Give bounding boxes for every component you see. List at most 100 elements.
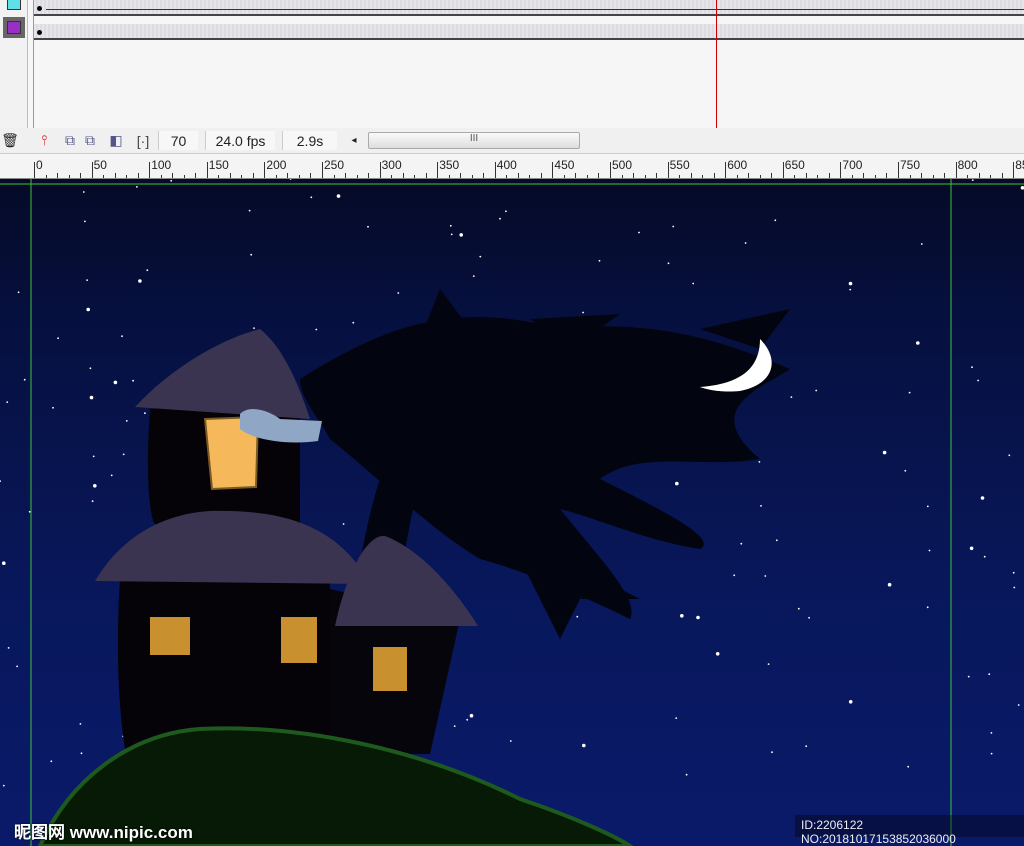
star bbox=[469, 713, 474, 718]
layer-list bbox=[0, 0, 28, 128]
ruler-minor-tick bbox=[425, 173, 427, 178]
ruler-minor-tick bbox=[805, 173, 807, 178]
ruler-major-tick bbox=[494, 162, 496, 178]
star bbox=[926, 606, 929, 609]
frame-row[interactable] bbox=[34, 0, 1024, 16]
star bbox=[505, 210, 507, 213]
star bbox=[509, 740, 512, 742]
ruler-minor-tick bbox=[863, 173, 865, 178]
timeline-scrollbar[interactable]: III bbox=[368, 132, 580, 149]
ruler-label: 350 bbox=[439, 158, 460, 172]
star bbox=[144, 412, 146, 415]
ruler-major-tick bbox=[782, 162, 784, 178]
star bbox=[89, 395, 94, 400]
ruler-label: 850 bbox=[1015, 158, 1024, 172]
ruler-minor-tick bbox=[195, 173, 197, 178]
ruler-minor-tick bbox=[275, 175, 277, 178]
star bbox=[6, 401, 9, 403]
star bbox=[479, 255, 482, 258]
frame-grid[interactable] bbox=[33, 0, 1024, 128]
star bbox=[977, 379, 979, 382]
ruler-major-tick bbox=[322, 162, 323, 178]
star bbox=[125, 420, 128, 422]
ruler-minor-tick bbox=[679, 175, 681, 178]
ruler-minor-tick bbox=[448, 175, 450, 178]
ruler-minor-tick bbox=[990, 175, 992, 178]
star bbox=[450, 233, 453, 236]
star bbox=[680, 614, 684, 618]
ruler-label: 200 bbox=[266, 158, 287, 172]
ruler-minor-tick bbox=[345, 173, 346, 178]
ruler-minor-tick bbox=[506, 175, 508, 178]
star bbox=[250, 253, 253, 256]
ruler-major-tick bbox=[552, 162, 554, 178]
star bbox=[57, 337, 59, 340]
star bbox=[598, 259, 601, 262]
ruler-minor-tick bbox=[517, 173, 519, 178]
playhead[interactable] bbox=[716, 0, 717, 128]
layer-color-swatch[interactable] bbox=[7, 0, 21, 10]
star bbox=[86, 307, 90, 312]
ruler-minor-tick bbox=[529, 175, 531, 178]
star bbox=[138, 279, 142, 283]
star bbox=[315, 328, 318, 331]
current-frame-field[interactable]: 70 bbox=[158, 131, 198, 150]
scroll-left-icon[interactable]: ◂ bbox=[348, 131, 360, 150]
ruler-minor-tick bbox=[978, 173, 980, 178]
ruler-major-tick bbox=[91, 162, 93, 178]
star bbox=[805, 745, 808, 748]
ruler-minor-tick bbox=[356, 175, 358, 178]
ruler-major-tick bbox=[264, 162, 266, 178]
star bbox=[758, 461, 761, 463]
edit-multiple-frames-icon[interactable]: ◧ bbox=[108, 131, 124, 150]
star bbox=[16, 665, 18, 668]
onion-skin-icon[interactable]: ⧉ bbox=[62, 131, 78, 150]
ruler-label: 650 bbox=[784, 158, 805, 172]
star bbox=[990, 752, 993, 755]
star bbox=[983, 555, 986, 558]
ruler-minor-tick bbox=[921, 173, 922, 178]
star bbox=[767, 663, 770, 665]
center-frame-icon[interactable]: ⫯ bbox=[36, 131, 52, 150]
ruler-label: 450 bbox=[554, 158, 575, 172]
ruler-minor-tick bbox=[298, 175, 300, 178]
star bbox=[91, 500, 94, 503]
star bbox=[248, 209, 251, 212]
star bbox=[715, 652, 720, 656]
ruler-label: 600 bbox=[727, 158, 748, 172]
ruler-minor-tick bbox=[713, 173, 715, 178]
scene-artwork bbox=[0, 179, 1024, 846]
star bbox=[675, 481, 679, 486]
ruler-minor-tick bbox=[874, 175, 876, 178]
star bbox=[775, 539, 778, 542]
stage-canvas[interactable] bbox=[0, 179, 1024, 846]
watermark-logo: 昵图网 www.nipic.com bbox=[14, 823, 193, 842]
star bbox=[50, 760, 53, 763]
star bbox=[146, 269, 149, 272]
ruler-minor-tick bbox=[932, 175, 934, 178]
star bbox=[23, 378, 26, 381]
star bbox=[733, 574, 736, 577]
ruler-minor-tick bbox=[45, 175, 47, 178]
ruler-minor-tick bbox=[252, 173, 254, 178]
star bbox=[0, 480, 1, 482]
frame-row[interactable] bbox=[34, 24, 1024, 40]
keyframe[interactable] bbox=[37, 30, 42, 35]
keyframe[interactable] bbox=[37, 6, 42, 11]
ruler-minor-tick bbox=[333, 175, 335, 178]
ruler-minor-tick bbox=[575, 173, 577, 178]
star bbox=[582, 311, 584, 314]
onion-markers-icon[interactable]: [·] bbox=[134, 131, 152, 150]
frame-rate-field[interactable]: 24.0 fps bbox=[205, 131, 275, 150]
ruler-minor-tick bbox=[460, 173, 462, 178]
ruler-minor-tick bbox=[736, 175, 738, 178]
star bbox=[980, 496, 985, 500]
layer-color-swatch[interactable] bbox=[3, 17, 25, 38]
ruler-minor-tick bbox=[748, 173, 750, 178]
star bbox=[849, 288, 852, 291]
ruler-minor-tick bbox=[68, 175, 70, 178]
onion-outline-icon[interactable]: ⧉ bbox=[82, 131, 98, 150]
trash-icon[interactable]: 🗑 bbox=[1, 131, 19, 150]
star bbox=[336, 194, 341, 198]
scroll-grip[interactable]: III bbox=[470, 133, 478, 144]
